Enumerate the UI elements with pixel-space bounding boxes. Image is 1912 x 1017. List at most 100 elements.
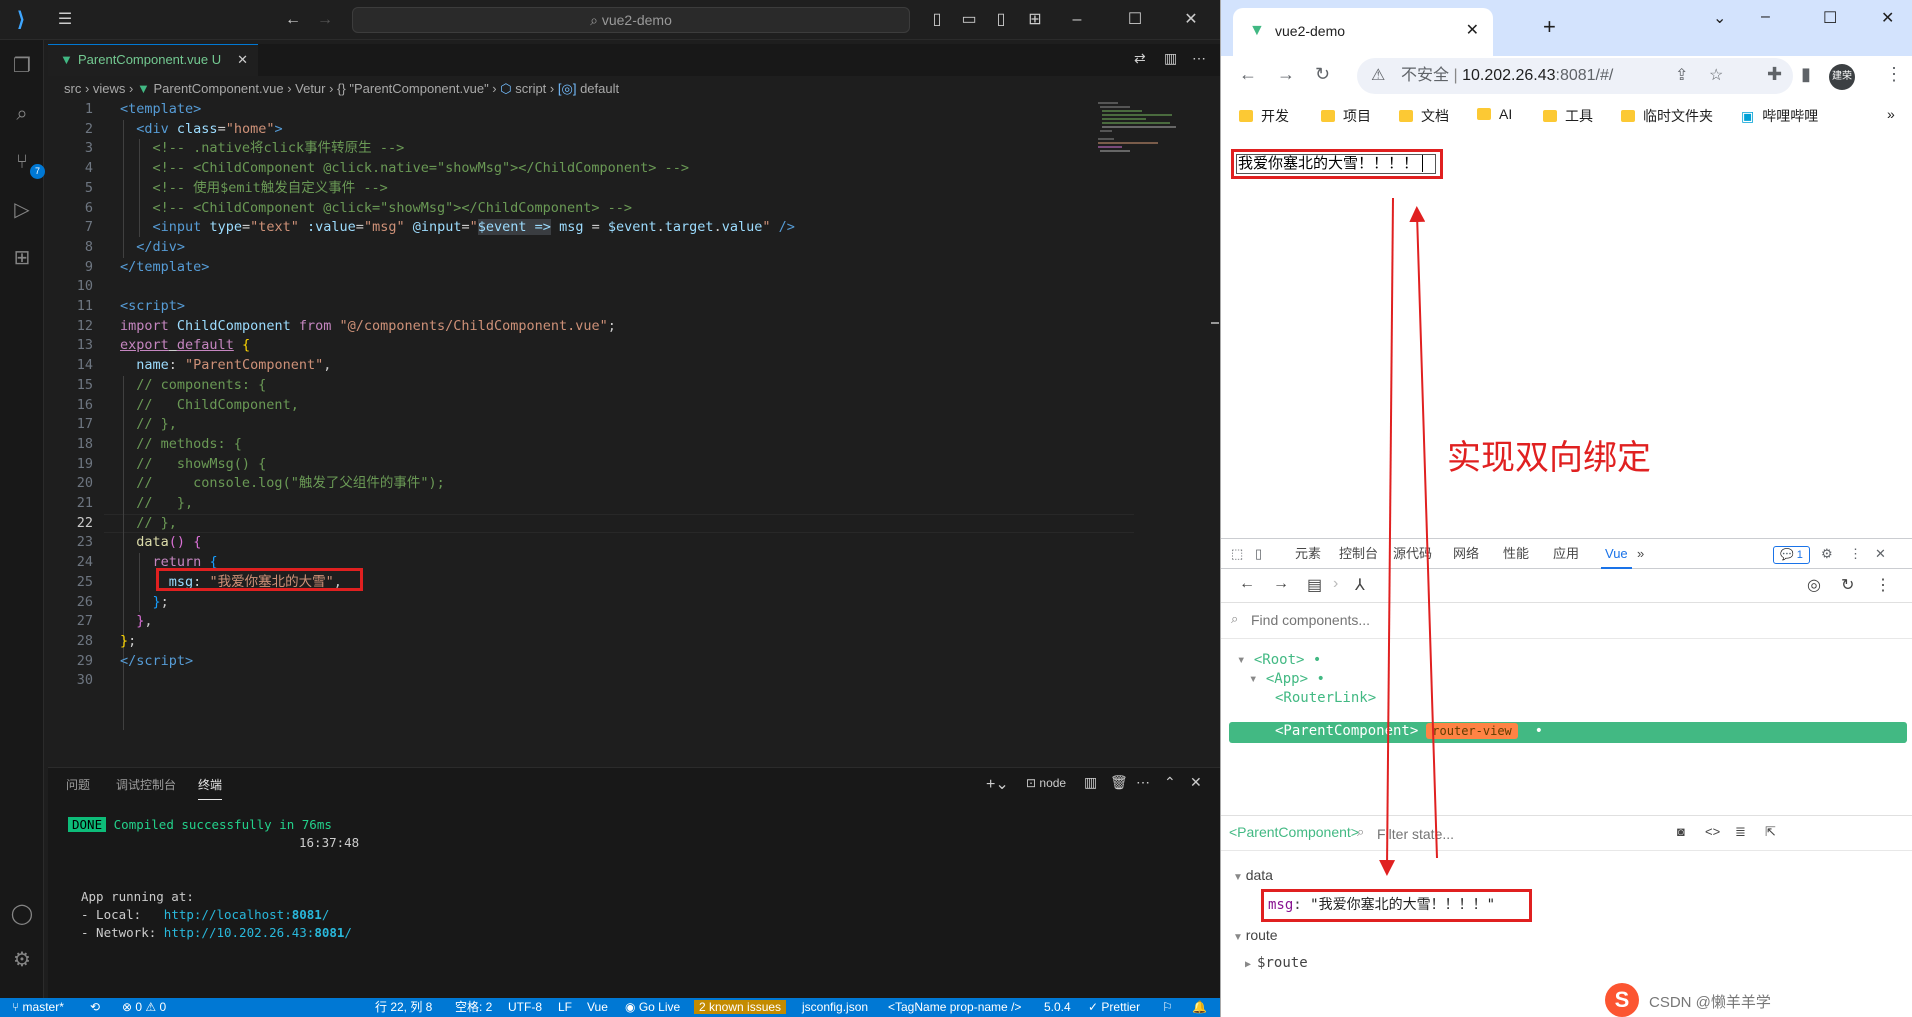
close-tab-icon[interactable]: ✕ [237,45,248,75]
breadcrumb-views[interactable]: views [93,81,126,96]
code-line: // }, [136,416,177,433]
close-panel-icon[interactable]: ✕ [1190,774,1202,791]
search-icon[interactable]: ⌕ [8,100,36,128]
script-icon: ⬡ [500,81,512,96]
breadcrumb-vetur[interactable]: Vetur [295,81,325,96]
code-line: }; [120,632,137,649]
workspace-title: vue2-demo [601,12,672,28]
minimap[interactable] [1096,100,1178,160]
split-editor-icon[interactable]: ▥ [1164,50,1177,67]
line-number: 29 [76,652,93,669]
line-ending[interactable]: LF [558,998,572,1017]
jsconfig-status[interactable]: jsconfig.json [802,998,868,1017]
prettier-status[interactable]: ✓ Prettier [1088,998,1140,1017]
more-icon[interactable]: ⋯ [1136,774,1150,791]
breadcrumb-default[interactable]: default [580,81,619,96]
settings-gear-icon[interactable]: ⚙ [8,946,36,974]
trash-icon[interactable]: 🗑 [1110,774,1128,791]
code-line: // components: { [136,376,267,393]
sync-icon[interactable]: ⟲ [90,998,100,1017]
close-window-icon[interactable]: ✕ [1180,9,1202,31]
line-number: 7 [84,219,93,236]
maximize-icon[interactable]: ☐ [1124,9,1146,31]
back-arrow-icon[interactable]: ← [282,9,304,31]
tab-problems[interactable]: 问题 [66,776,90,800]
compiled-text: Compiled successfully in 76ms [113,817,332,832]
account-icon[interactable]: ◯ [8,900,36,928]
terminal-local: - Local: http://localhost:8081/ [81,907,330,922]
tagname-status[interactable]: <TagName prop-name /> [888,998,1021,1017]
branch-icon: ⑂ [12,1000,23,1014]
notifications-bell-icon[interactable]: 🔔 [1192,998,1207,1017]
line-number: 6 [84,199,93,216]
breadcrumb-script[interactable]: script [515,81,546,96]
tab-parentcomponent[interactable]: ▼ ParentComponent.vue U ✕ [48,44,258,76]
code-line: </template> [120,258,210,275]
vue-file-icon: ▼ [136,81,150,96]
toggle-secondary-sidebar-icon[interactable]: ▯ [990,9,1012,31]
cursor-position[interactable]: 行 22, 列 8 [375,998,432,1017]
line-number: 23 [76,534,93,551]
network-url[interactable]: http://10.202.26.43: [164,925,315,940]
toggle-sidebar-icon[interactable]: ▯ [926,9,948,31]
known-issues[interactable]: 2 known issues [694,998,787,1017]
problems-status[interactable]: ⊗ 0 ⚠ 0 [122,998,166,1017]
code-line: <input type="text" :value="msg" @input="… [152,219,795,236]
go-live-button[interactable]: ◉ Go Live [625,998,680,1017]
split-terminal-icon[interactable]: ▥ [1084,774,1097,791]
terminal-network: - Network: http://10.202.26.43:8081/ [81,925,352,940]
feedback-icon[interactable]: ⚐ [1162,998,1173,1017]
terminal-compile-line: DONE Compiled successfully in 76ms [68,817,332,832]
toggle-panel-icon[interactable]: ▭ [958,9,980,31]
version-status[interactable]: 5.0.4 [1044,998,1071,1017]
code-line: }; [152,593,169,610]
code-line: }, [136,613,153,630]
annotation-arrows [1379,197,1438,876]
code-line: <div class="home"> [136,120,283,137]
line-number: 22 [76,514,93,531]
minimize-icon[interactable]: – [1066,9,1088,31]
more-actions-icon[interactable]: ⋯ [1192,50,1206,67]
editor-scrollbar[interactable] [1207,100,1219,750]
terminal-running: App running at: [81,889,194,904]
line-number: 18 [76,435,93,452]
editor-tabs: ▼ ParentComponent.vue U ✕ ⇄ ▥ ⋯ [48,44,1220,76]
breadcrumb: src › views › ▼ ParentComponent.vue › Ve… [64,81,620,96]
source-control-icon[interactable]: ⑂ 7 [8,148,45,179]
customize-layout-icon[interactable]: ⊞ [1024,9,1046,31]
menu-icon[interactable]: ☰ [54,9,76,31]
status-bar: ⑂ master* ⟲ ⊗ 0 ⚠ 0 行 22, 列 8 空格: 2 UTF-… [0,998,1220,1017]
language-mode[interactable]: Vue [587,998,608,1017]
branch-status[interactable]: ⑂ master* [12,998,64,1017]
tab-debug-console[interactable]: 调试控制台 [116,776,176,800]
terminal-selector[interactable]: ⊡ node [1026,776,1066,790]
line-number: 8 [84,238,93,255]
line-number: 3 [84,140,93,157]
title-bar: ⟩ ☰ ← → ⌕ vue2-demo ▯ ▭ ▯ ⊞ – ☐ ✕ [0,0,1220,40]
code-line: // }, [136,514,177,531]
object-icon: [◎] [557,81,577,96]
indentation[interactable]: 空格: 2 [455,998,492,1017]
local-url[interactable]: http://localhost: [164,907,292,922]
go-live-label: Go Live [638,1000,681,1014]
forward-arrow-icon[interactable]: → [314,9,336,31]
explorer-icon[interactable]: ❐ [8,52,36,80]
command-center[interactable]: ⌕ vue2-demo [352,7,910,33]
tab-label: ParentComponent.vue [78,52,209,67]
tab-terminal[interactable]: 终端 [198,776,223,800]
code-editor[interactable]: 1 <template> 2 <div class="home"> 3 <!-- .n… [48,100,1134,760]
encoding[interactable]: UTF-8 [508,998,542,1017]
done-badge: DONE [68,817,107,832]
line-number: 14 [76,357,93,374]
maximize-panel-icon[interactable]: ⌃ [1164,774,1176,791]
breadcrumb-component[interactable]: "ParentComponent.vue" [349,81,488,96]
open-changes-icon[interactable]: ⇄ [1134,50,1146,67]
run-debug-icon[interactable]: ▷ [8,196,36,224]
arrow-down [1379,197,1396,876]
breadcrumb-file[interactable]: ParentComponent.vue [153,81,283,96]
new-terminal-icon[interactable]: +⌄ [986,774,1009,794]
line-number: 11 [76,298,93,314]
current-line-highlight [104,513,1134,534]
breadcrumb-src[interactable]: src [64,81,81,96]
extensions-icon[interactable]: ⊞ [8,244,36,272]
